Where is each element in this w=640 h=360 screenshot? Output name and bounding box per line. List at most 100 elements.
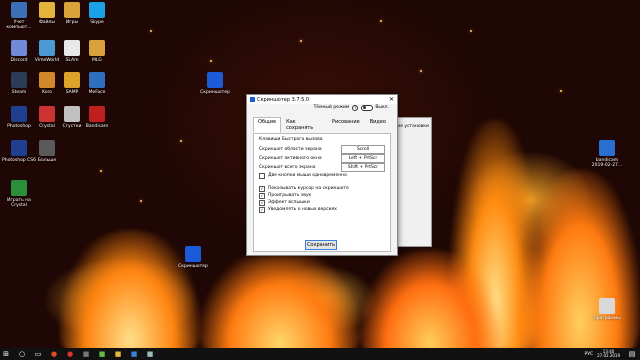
hotkey-row: Скриншот области экрана Scroll [259,145,385,154]
hotkey-input[interactable]: Scroll [341,145,385,154]
desktop-icon-image [599,298,615,314]
help-icon[interactable]: ? [352,104,359,111]
dark-mode-label: Тёмный режим [313,105,350,110]
desktop-icon[interactable]: MeFace [80,72,114,95]
explorer-icon[interactable]: ■ [112,348,124,360]
flame-decoration [200,250,360,360]
clock-date: 27.02.2019 [597,353,620,358]
task-view-icon[interactable]: ▭ [32,348,44,360]
tab-save-as[interactable]: Как сохранять [281,117,327,133]
desktop-icon-label: bandicam 2019-02-27... [591,158,623,168]
desktop-icon[interactable]: Скриншотер [176,246,210,269]
desktop-icon-label: MeFace [88,90,106,95]
desktop-icon-image [11,72,27,88]
spark [150,30,152,32]
screenshoter-settings-window[interactable]: Скриншотер 3.7.5.0 ✕ Тёмный режим ? Выкл… [246,94,398,256]
flame-decoration [360,250,500,360]
tab-video[interactable]: Видео [365,117,391,133]
spark [210,60,212,62]
desktop-icon-image [207,72,223,88]
desktop-icon-image [64,106,80,122]
desktop-icon-label: Skype [90,20,104,25]
desktop-icon-image [39,72,55,88]
checkbox-row[interactable]: ✓ Проигрывать звук [259,192,385,199]
desktop-icon[interactable]: Играть на Crystal [2,180,36,208]
save-button[interactable]: Сохранить [305,240,337,250]
desktop-icon-image [39,140,55,156]
desktop-icon-label: MLG [92,58,102,63]
hotkey-row: Скриншот всего экрана Shift + PrtScr [259,163,385,172]
spark [420,70,422,72]
desktop-icon-image [185,246,201,262]
checkbox-label: Эффект вспышки [268,200,310,205]
desktop-icon[interactable]: Bandicam [80,106,114,129]
tab-general[interactable]: Общие [253,117,282,133]
yandex-icon[interactable]: ● [64,348,76,360]
hotkey-label: Скриншот области экрана [259,147,322,152]
desktop-icon[interactable]: MLG [80,40,114,63]
spark [470,30,472,32]
start-icon[interactable]: ⊞ [0,348,12,360]
close-icon[interactable]: ✕ [389,96,394,103]
desktop-icon[interactable]: bandicam 2019-02-27... [590,140,624,168]
checkbox-row[interactable]: ✓ Эффект вспышки [259,199,385,206]
title-bar[interactable]: Скриншотер 3.7.5.0 ✕ [247,95,397,104]
checkbox-row[interactable]: Две кнопки мыши одновременно [259,172,385,179]
dark-mode-toggle[interactable] [361,104,374,111]
desktop-icon-label: Играть на Crystal [7,198,31,208]
desktop-icon-image [64,2,80,18]
checkbox[interactable]: ✓ [259,206,265,213]
desktop-icon-image [11,2,27,18]
checkbox-label: Показывать курсор на скриншоте [268,186,349,191]
checkbox[interactable]: ✓ [259,199,265,206]
checkbox[interactable]: ✓ [259,192,265,199]
general-panel: Клавиши Быстрого вызова Скриншот области… [253,134,391,252]
desktop-icon-image [89,2,105,18]
desktop-icon-image [89,72,105,88]
desktop-icon-image [11,40,27,56]
checkbox-row[interactable]: ✓ Уведомлять о новых версиях [259,206,385,213]
hotkey-label: Скриншот активного окна [259,156,322,161]
desktop-icon-image [89,106,105,122]
hotkey-input[interactable]: Left + PrtScr [341,154,385,163]
tab-strip: Общие Как сохранять Рисование Видео [253,117,391,134]
desktop-icon-image [64,72,80,88]
checkbox[interactable]: ✓ [259,185,265,192]
desktop-icon-image [39,40,55,56]
search-icon[interactable]: ○ [16,348,28,360]
desktop-icon-image [11,140,27,156]
tray-lang[interactable]: РУС [584,352,593,357]
desktop-icon-image [89,40,105,56]
spark [560,90,562,92]
desktop-icon-label: Программы [593,316,621,321]
desktop-icon-label: Bandicam [85,124,109,129]
media-icon[interactable]: ■ [80,348,92,360]
desktop-icon-image [39,106,55,122]
desktop-icon-image [64,40,80,56]
browser-icon[interactable]: ● [48,348,60,360]
checkbox-label: Уведомлять о новых версиях [268,207,337,212]
checkbox-row[interactable]: ✓ Показывать курсор на скриншоте [259,185,385,192]
minecraft-icon[interactable]: ■ [96,348,108,360]
desktop-icon[interactable]: Программы [590,298,624,321]
tab-drawing[interactable]: Рисование [327,117,365,133]
checkbox[interactable] [259,172,265,179]
hotkey-label: Скриншот всего экрана [259,165,316,170]
desktop-icon-image [599,140,615,156]
desktop-icon[interactable]: Больше [30,140,64,163]
spark [380,20,382,22]
desktop-icon[interactable]: Skype [80,2,114,25]
desktop-icon-image [11,180,27,196]
hotkey-row: Скриншот активного окна Left + PrtScr [259,154,385,163]
desktop-icon-label: Скриншотер [178,264,208,269]
desktop-icon[interactable]: Скриншотер [198,72,232,95]
store-icon[interactable]: ■ [128,348,140,360]
checkbox-label: Две кнопки мыши одновременно [268,173,347,178]
desktop-icon-label: Больше [37,158,57,163]
flame-decoration [520,170,640,360]
notifications-icon[interactable]: ▤ [626,348,638,360]
tray-clock[interactable]: 13:40 27.02.2019 [597,349,620,359]
steam-icon[interactable]: ■ [144,348,156,360]
desktop-icon-label: Скриншотер [200,90,230,95]
hotkey-input[interactable]: Shift + PrtScr [341,163,385,172]
